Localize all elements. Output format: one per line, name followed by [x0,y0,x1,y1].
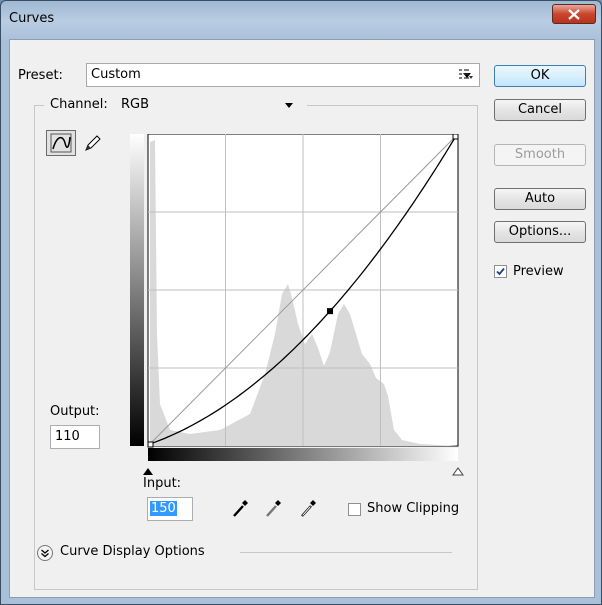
input-field[interactable]: 150 [147,497,193,521]
curve-point-white[interactable] [452,134,459,140]
channel-value: RGB [121,97,150,112]
checkmark-icon [496,267,505,276]
preview-label: Preview [513,264,564,279]
white-eyedropper-icon[interactable] [300,498,318,518]
preset-options-icon[interactable] [458,69,474,81]
close-icon [568,8,580,20]
output-field[interactable]: 110 [50,425,100,449]
input-gradient-bar [148,448,458,461]
title-bar[interactable]: Curves [1,1,601,39]
expand-icon[interactable] [36,544,54,562]
black-eyedropper-icon[interactable] [232,498,250,518]
close-button[interactable] [552,4,596,24]
chevron-down-icon [285,103,293,108]
channel-label: Channel: [50,97,108,112]
show-clipping-label: Show Clipping [367,501,460,516]
pencil-icon [85,135,101,151]
input-value: 150 [150,501,177,516]
curve-icon [50,133,72,153]
dialog-body: Preset: Custom OK Cancel Smooth Auto Opt… [9,39,595,598]
black-point-slider[interactable] [143,468,153,475]
channel-select[interactable]: RGB [116,93,302,117]
curve-graph[interactable] [130,134,470,510]
curve-point-selected[interactable] [327,308,333,315]
curve-display-options-label: Curve Display Options [60,544,205,559]
gray-eyedropper-icon[interactable] [265,498,283,518]
output-label: Output: [50,404,100,419]
curve-point-black[interactable] [147,441,154,448]
white-point-slider[interactable] [452,467,464,476]
input-label: Input: [143,476,182,491]
preset-label: Preset: [18,68,63,83]
window-title: Curves [9,11,55,26]
options-divider [240,552,452,553]
smooth-button[interactable]: Smooth [494,144,586,166]
show-clipping-checkbox[interactable] [348,503,361,516]
preset-select[interactable]: Custom [86,63,480,87]
preset-value: Custom [91,67,141,82]
curve-point-tool[interactable] [46,130,76,156]
output-gradient-bar [130,134,144,446]
ok-button[interactable]: OK [494,65,586,87]
pencil-tool[interactable] [82,132,106,154]
options-button[interactable]: Options... [494,221,586,243]
curves-dialog: Curves Preset: Custom OK Cancel Smooth A… [0,0,602,605]
preview-checkbox[interactable] [494,265,507,278]
cancel-button[interactable]: Cancel [494,99,586,121]
auto-button[interactable]: Auto [494,188,586,210]
